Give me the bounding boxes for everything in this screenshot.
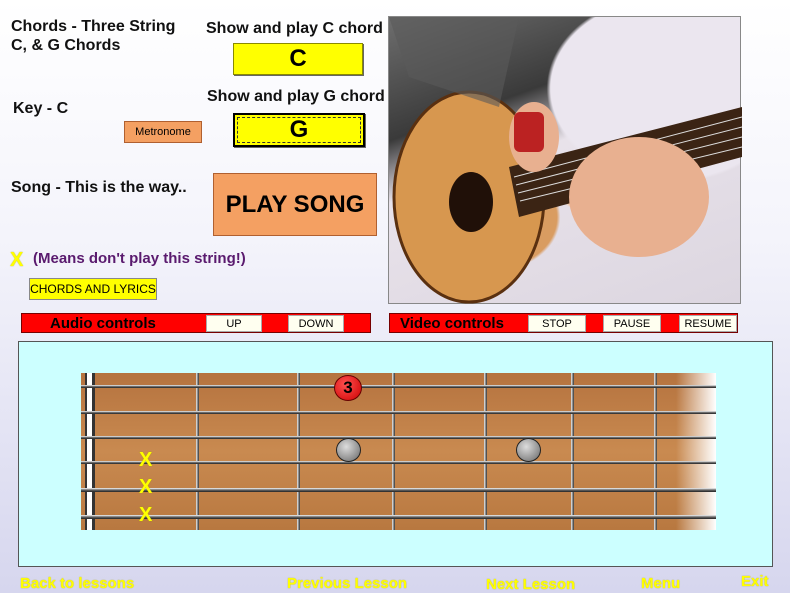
string-5	[81, 488, 716, 492]
muted-string-symbol: X	[10, 249, 24, 271]
fret-1	[196, 373, 199, 530]
video-controls-bar: Video controls STOP PAUSE RESUME	[389, 313, 738, 333]
chord-c-button[interactable]: C	[233, 43, 363, 75]
guitar-neck	[81, 373, 716, 530]
song-label: Song - This is the way..	[11, 179, 187, 196]
fret-5	[571, 373, 574, 530]
string-4	[81, 461, 716, 464]
menu-link[interactable]: Menu	[641, 575, 680, 592]
video-pause-button[interactable]: PAUSE	[603, 315, 661, 332]
play-song-button[interactable]: PLAY SONG	[213, 173, 377, 236]
video-stop-button[interactable]: STOP	[528, 315, 586, 332]
chords-and-lyrics-button[interactable]: CHORDS AND LYRICS	[29, 278, 157, 300]
metronome-button[interactable]: Metronome	[124, 121, 202, 143]
back-to-lessons-link[interactable]: Back to lessons	[20, 575, 134, 592]
exit-link[interactable]: Exit	[741, 573, 769, 590]
muted-string-legend: (Means don't play this string!)	[33, 250, 246, 267]
fret-6	[654, 373, 657, 530]
fret-4	[484, 373, 487, 530]
guitar-player-image	[389, 17, 743, 304]
fret-2	[297, 373, 300, 530]
audio-controls-bar: Audio controls UP DOWN	[21, 313, 371, 333]
muted-string-x: X	[139, 476, 153, 498]
key-label: Key - C	[13, 100, 69, 117]
string-2	[81, 411, 716, 414]
video-controls-title: Video controls	[400, 315, 504, 332]
string-1	[81, 385, 716, 388]
chord-c-caption: Show and play C chord	[206, 20, 383, 37]
chord-g-button[interactable]: G	[233, 113, 365, 147]
previous-lesson-link[interactable]: Previous Lesson	[287, 575, 407, 592]
fret-position-dot	[516, 438, 541, 462]
lesson-title: Chords - Three String C, & G Chords	[11, 18, 176, 54]
audio-controls-title: Audio controls	[50, 315, 156, 332]
audio-up-button[interactable]: UP	[206, 315, 262, 332]
finger-marker: 3	[334, 375, 362, 401]
chord-g-caption: Show and play G chord	[207, 88, 385, 105]
guitar-nut	[85, 373, 95, 530]
video-resume-button[interactable]: RESUME	[679, 315, 737, 332]
fret-3	[392, 373, 395, 530]
fret-position-dot	[336, 438, 361, 462]
string-6	[81, 515, 716, 519]
muted-string-x: X	[139, 449, 153, 471]
audio-down-button[interactable]: DOWN	[288, 315, 344, 332]
fretboard-panel: 3 X X X	[18, 341, 773, 567]
video-frame	[388, 16, 743, 304]
string-3	[81, 436, 716, 439]
next-lesson-link[interactable]: Next Lesson	[486, 576, 575, 593]
muted-string-x: X	[139, 504, 153, 526]
